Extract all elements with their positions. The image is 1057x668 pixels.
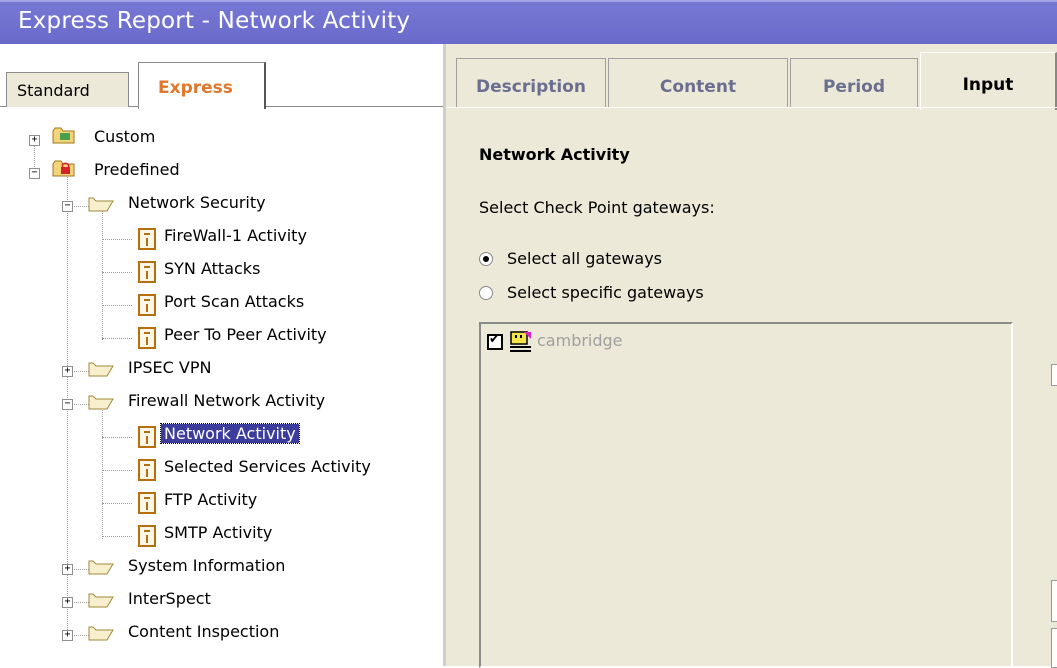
tree-connector: [102, 470, 132, 471]
tab-standard-label: Standard: [17, 81, 90, 100]
expand-icon[interactable]: +: [62, 366, 73, 377]
tab-input[interactable]: Input: [920, 52, 1057, 110]
tree-label: System Information: [128, 556, 286, 575]
tree-label: Firewall Network Activity: [128, 391, 326, 410]
folder-open-icon: [88, 362, 114, 377]
window-title: Express Report - Network Activity: [18, 8, 411, 34]
tree-item-report[interactable]: Peer To Peer Activity: [0, 322, 440, 352]
tab-period[interactable]: Period: [790, 58, 918, 108]
left-tabstrip: Standard Express: [0, 44, 443, 112]
tree-connector: [102, 503, 132, 504]
radio-button[interactable]: [479, 286, 493, 300]
gateway-prompt: Select Check Point gateways:: [479, 198, 715, 217]
tree-label: SYN Attacks: [164, 259, 261, 278]
radio-button[interactable]: [479, 252, 493, 266]
gateway-checkbox[interactable]: [487, 332, 503, 350]
tree-item-report[interactable]: SYN Attacks: [0, 256, 440, 286]
tree-item-network-activity-selected[interactable]: Network Activity: [0, 421, 440, 451]
folder-lock-icon: [52, 160, 75, 177]
radio-label: Select all gateways: [507, 249, 662, 268]
collapse-icon[interactable]: −: [62, 399, 73, 410]
gateway-list[interactable]: cambridge: [479, 322, 1013, 668]
tree-connector: [102, 536, 132, 537]
report-icon: [138, 459, 156, 481]
tree-connector: [102, 272, 132, 273]
gateway-icon: [510, 331, 531, 352]
tree-label: Peer To Peer Activity: [164, 325, 327, 344]
radio-label: Select specific gateways: [507, 283, 704, 302]
tree-label: Network Activity: [160, 423, 300, 444]
tab-express-label: Express: [158, 78, 233, 98]
report-icon: [138, 294, 156, 316]
tab-standard[interactable]: Standard: [6, 72, 129, 107]
report-icon: [138, 492, 156, 514]
folder-open-icon: [88, 626, 114, 641]
tree-label: FireWall-1 Activity: [164, 226, 307, 245]
tab-description[interactable]: Description: [456, 58, 606, 108]
tree-item-report[interactable]: FireWall-1 Activity: [0, 223, 440, 253]
report-icon: [138, 327, 156, 349]
folder-open-icon: [88, 560, 114, 575]
section-heading: Network Activity: [479, 145, 630, 164]
tab-description-label: Description: [476, 77, 586, 97]
report-icon: [138, 525, 156, 547]
tree-label: InterSpect: [128, 589, 211, 608]
folder-custom-icon: [52, 127, 75, 144]
expand-icon[interactable]: +: [62, 564, 73, 575]
input-tab-content: Network Activity Select Check Point gate…: [446, 108, 1057, 668]
tree-connector: [102, 437, 132, 438]
collapse-icon[interactable]: −: [29, 168, 40, 179]
tree-item-report[interactable]: Selected Services Activity: [0, 454, 440, 484]
tree-item-report[interactable]: FTP Activity: [0, 487, 440, 517]
tree-node-ipsec-vpn[interactable]: + IPSEC VPN: [0, 355, 440, 385]
tree-label: Selected Services Activity: [164, 457, 371, 476]
side-button-edge[interactable]: [1051, 580, 1057, 622]
collapse-icon[interactable]: −: [62, 201, 73, 212]
tree-node-content-inspection[interactable]: + Content Inspection: [0, 619, 440, 649]
tree-connector: [102, 338, 132, 339]
expand-icon[interactable]: +: [62, 597, 73, 608]
tab-content[interactable]: Content: [608, 58, 788, 108]
tree-label: Port Scan Attacks: [164, 292, 305, 311]
folder-open-icon: [88, 197, 114, 212]
report-icon: [138, 228, 156, 250]
tree-label: Custom: [94, 127, 156, 146]
folder-open-icon: [88, 395, 114, 410]
tree-label: SMTP Activity: [164, 523, 273, 542]
tab-period-label: Period: [822, 77, 886, 97]
tree-item-report[interactable]: Port Scan Attacks: [0, 289, 440, 319]
expand-icon[interactable]: +: [29, 135, 40, 146]
tab-input-label: Input: [962, 75, 1014, 95]
tree-node-network-security[interactable]: − Network Security: [0, 190, 440, 220]
expand-icon[interactable]: +: [62, 630, 73, 641]
report-tree-pane: Standard Express + Custom − Predefined −…: [0, 44, 446, 666]
tree-node-firewall-network-activity[interactable]: − Firewall Network Activity: [0, 388, 440, 418]
folder-open-icon: [88, 593, 114, 608]
tree-label: Predefined: [94, 160, 180, 179]
tree-label: FTP Activity: [164, 490, 258, 509]
tree-connector: [102, 305, 132, 306]
tree-node-interspect[interactable]: + InterSpect: [0, 586, 440, 616]
side-button-edge[interactable]: [1051, 628, 1057, 668]
side-button-edge[interactable]: [1051, 364, 1057, 386]
tree-connector: [102, 239, 132, 240]
title-bar: Express Report - Network Activity: [0, 0, 1057, 44]
report-icon: [138, 426, 156, 448]
tree-item-report[interactable]: SMTP Activity: [0, 520, 440, 550]
report-icon: [138, 261, 156, 283]
tree-label: IPSEC VPN: [128, 358, 212, 377]
gateway-name: cambridge: [537, 331, 623, 350]
tree-node-custom[interactable]: + Custom: [0, 124, 440, 154]
tab-express[interactable]: Express: [138, 62, 266, 109]
tree-label: Network Security: [128, 193, 266, 212]
report-properties-pane: Description Content Period Input Network…: [446, 44, 1057, 668]
tree-label: Content Inspection: [128, 622, 280, 641]
tree-node-predefined[interactable]: − Predefined: [0, 157, 440, 187]
tree-node-system-information[interactable]: + System Information: [0, 553, 440, 583]
tab-content-label: Content: [659, 77, 737, 97]
